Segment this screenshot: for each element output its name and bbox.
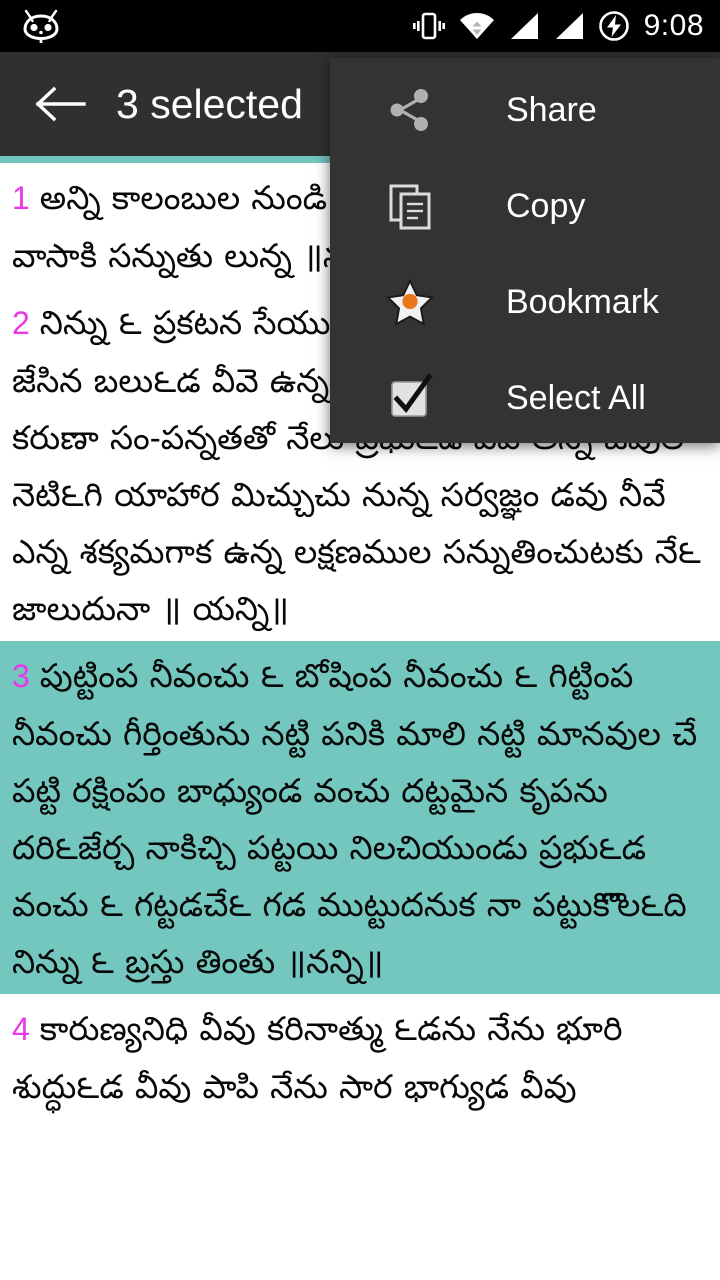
overflow-menu[interactable]: Share Copy Bookmark Select All <box>330 58 720 443</box>
selection-count-title: 3 selected <box>116 80 303 127</box>
app-screen: 9:08 3 selected 1అన్ని కాలంబుల నుండి నెన… <box>0 0 720 1280</box>
status-bar: 9:08 <box>0 0 720 52</box>
menu-item-label: Select All <box>506 378 646 417</box>
verse-item-selected[interactable]: 3 పుట్టింప నీవంచు ౬ బోషింప నీవంచు ౬ గిట్ట… <box>0 641 720 994</box>
menu-item-label: Copy <box>506 186 586 225</box>
verse-item[interactable]: 4 కారుణ్యనిధి వీవు కరినాత్ము ౬డను నేను భూ… <box>0 994 720 1119</box>
verse-number: 2 <box>12 305 30 341</box>
battery-charging-icon <box>598 10 630 42</box>
verse-text: పుట్టింప నీవంచు ౬ బోషింప నీవంచు ౬ గిట్టి… <box>12 657 698 980</box>
verse-number: 3 <box>12 658 30 694</box>
status-icon-group <box>412 10 630 42</box>
wifi-icon <box>459 12 495 40</box>
verse-text: కారుణ్యనిధి వీవు కరినాత్ము ౬డను నేను భూర… <box>12 1010 623 1105</box>
menu-item-copy[interactable]: Copy <box>330 158 720 254</box>
back-arrow-icon[interactable] <box>22 66 98 142</box>
menu-item-bookmark[interactable]: Bookmark <box>330 254 720 350</box>
signal-bars-sim1-icon <box>508 12 540 40</box>
menu-item-label: Bookmark <box>506 282 660 321</box>
copy-icon <box>382 178 438 234</box>
status-clock: 9:08 <box>643 9 704 42</box>
menu-item-select-all[interactable]: Select All <box>330 350 720 446</box>
bookmark-star-icon <box>382 274 438 330</box>
verse-number: 4 <box>12 1011 30 1047</box>
menu-item-label: Share <box>506 90 597 129</box>
signal-bars-sim2-icon <box>553 12 585 40</box>
cyanogenmod-logo-icon <box>22 9 60 43</box>
menu-item-share[interactable]: Share <box>330 62 720 158</box>
vibrate-icon <box>412 11 446 41</box>
checkbox-checked-icon <box>382 370 438 426</box>
share-icon <box>382 82 438 138</box>
verse-number: 1 <box>12 180 30 216</box>
